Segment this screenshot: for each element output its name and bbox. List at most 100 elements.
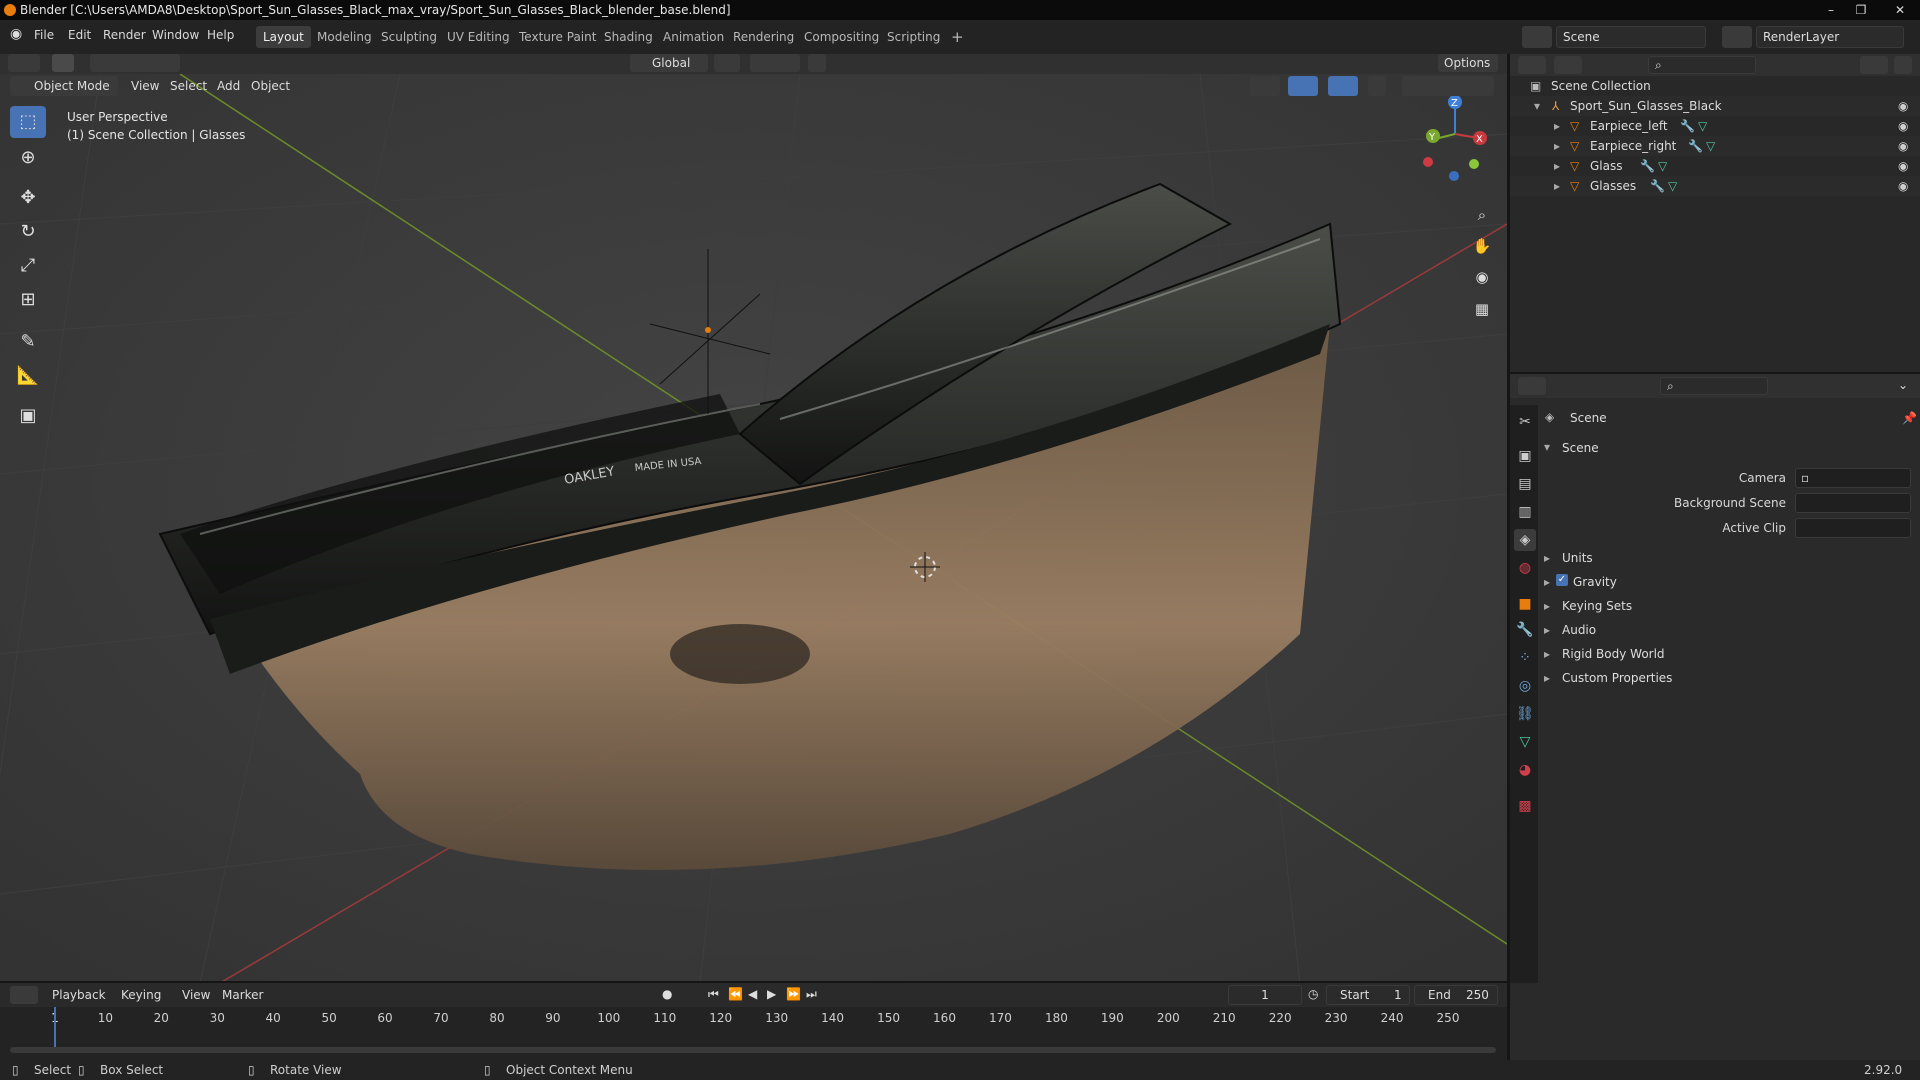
zoom-icon[interactable]: ⌕ [1467,200,1497,230]
texture-tab-icon[interactable]: ▩ [1514,795,1536,817]
play-reverse-icon[interactable]: ◀ [748,987,757,1001]
expand-arrow-icon[interactable]: ▸ [1554,176,1560,196]
select-mode-icon[interactable] [52,54,74,72]
new-collection-icon[interactable] [1894,56,1912,74]
timeline-scrollbar[interactable] [10,1047,1496,1053]
outliner-row-object[interactable]: ▸ ▽ Glasses 🔧 ▽ ◉ [1510,176,1920,196]
visibility-eye-icon[interactable]: ◉ [1898,96,1908,116]
workspace-tab-modeling[interactable]: Modeling [310,26,379,48]
expand-arrow-icon[interactable]: ▸ [1544,623,1550,637]
visibility-icon[interactable] [1250,76,1280,96]
render-layer-field[interactable]: RenderLayer [1756,26,1904,48]
particles-tab-icon[interactable]: ⁘ [1514,647,1536,669]
scene-tab-icon[interactable]: ◈ [1514,529,1536,551]
outliner-row-object[interactable]: ▸ ▽ Glass 🔧 ▽ ◉ [1510,156,1920,176]
maximize-button[interactable]: ❐ [1846,0,1876,20]
workspace-tab-scripting[interactable]: Scripting [880,26,947,48]
pin-icon[interactable]: 📌 [1902,411,1917,425]
current-frame-field[interactable]: 1 [1228,985,1302,1005]
scene-browser-icon[interactable] [1522,26,1552,48]
jump-start-icon[interactable]: ⏮ [708,987,719,1002]
tool-tab-icon[interactable]: ✂ [1514,411,1536,433]
section-audio[interactable]: Audio [1562,623,1596,637]
expand-arrow-icon[interactable]: ▸ [1554,156,1560,176]
physics-tab-icon[interactable]: ◎ [1514,675,1536,697]
visibility-eye-icon[interactable]: ◉ [1898,116,1908,136]
menu-window[interactable]: Window [152,28,199,42]
measure-tool-icon[interactable]: 📐 [10,360,46,392]
viewport-menu-view[interactable]: View [131,79,159,93]
section-rigid-body-world[interactable]: Rigid Body World [1562,647,1665,661]
timeline-menu-marker[interactable]: Marker [222,988,263,1002]
outliner-row-object[interactable]: ▸ ▽ Earpiece_left 🔧 ▽ ◉ [1510,116,1920,136]
viewport-menu-select[interactable]: Select [170,79,207,93]
workspace-tab-texture-paint[interactable]: Texture Paint [512,26,603,48]
rotate-tool-icon[interactable]: ↻ [10,216,46,248]
blender-menu-icon[interactable]: ◉ [10,26,22,42]
world-tab-icon[interactable]: ◍ [1514,557,1536,579]
preview-range-icon[interactable]: ◷ [1308,987,1318,1001]
gizmo-toggle-icon[interactable] [1288,76,1318,96]
properties-editor-type-icon[interactable] [1518,377,1546,395]
filter-icon[interactable] [1860,56,1888,74]
menu-file[interactable]: File [34,28,54,42]
selection-modes[interactable] [90,54,180,72]
scene-panel-title[interactable]: Scene [1562,441,1599,455]
expand-arrow-icon[interactable]: ▾ [1534,96,1540,116]
expand-arrow-icon[interactable]: ▸ [1554,116,1560,136]
active-clip-field[interactable] [1795,518,1911,538]
expand-arrow-icon[interactable]: ▸ [1544,575,1550,589]
move-tool-icon[interactable]: ✥ [10,182,46,214]
properties-search-input[interactable]: ⌕ [1660,377,1768,395]
jump-keyframe-forward-icon[interactable]: ⏩ [786,987,801,1001]
visibility-eye-icon[interactable]: ◉ [1898,136,1908,156]
outliner-row-collection[interactable]: ▾ ⅄ Sport_Sun_Glasses_Black ◉ [1510,96,1920,116]
section-units[interactable]: Units [1562,551,1593,565]
xray-toggle-icon[interactable] [1368,76,1386,96]
gravity-checkbox[interactable]: ✓ [1556,574,1568,586]
outliner-row-scene-collection[interactable]: ▣ Scene Collection [1510,76,1920,96]
output-tab-icon[interactable]: ▤ [1514,473,1536,495]
3d-viewport[interactable]: OAKLEY MADE IN USA Z X Y User Perspectiv… [0,74,1507,983]
workspace-tab-compositing[interactable]: Compositing [797,26,886,48]
outliner-search-input[interactable]: ⌕ [1648,56,1756,74]
camera-view-icon[interactable]: ◉ [1467,262,1497,292]
close-button[interactable]: ✕ [1880,0,1920,20]
scene-name-field[interactable]: Scene [1556,26,1706,48]
section-custom-properties[interactable]: Custom Properties [1562,671,1672,685]
frame-ruler[interactable]: 1102030405060708090100110120130140150160… [0,1011,1507,1031]
expand-arrow-icon[interactable]: ▸ [1544,647,1550,661]
material-tab-icon[interactable]: ◕ [1514,759,1536,781]
workspace-tab-sculpting[interactable]: Sculpting [374,26,444,48]
workspace-tab-uv-editing[interactable]: UV Editing [440,26,517,48]
render-tab-icon[interactable]: ▣ [1514,445,1536,467]
view-layer-browser-icon[interactable] [1722,26,1752,48]
workspace-tab-rendering[interactable]: Rendering [726,26,801,48]
pivot-icon[interactable] [714,54,740,72]
properties-options-icon[interactable]: ⌄ [1898,378,1908,392]
overlay-toggle-icon[interactable] [1328,76,1358,96]
section-keying-sets[interactable]: Keying Sets [1562,599,1632,613]
background-scene-field[interactable] [1795,493,1911,513]
menu-help[interactable]: Help [207,28,234,42]
jump-end-icon[interactable]: ⏭ [806,987,817,1002]
expand-arrow-icon[interactable]: ▸ [1544,671,1550,685]
object-tab-icon[interactable]: ■ [1514,593,1536,615]
modifier-tab-icon[interactable]: 🔧 [1514,619,1536,641]
display-mode-icon[interactable] [1554,56,1582,74]
add-workspace-icon[interactable]: + [944,26,971,48]
timeline-menu-playback[interactable]: Playback [52,988,106,1002]
viewport-menu-object[interactable]: Object [251,79,290,93]
section-gravity[interactable]: Gravity [1573,575,1617,589]
minimize-button[interactable]: – [1816,0,1846,20]
add-cube-tool-icon[interactable]: ▣ [10,400,46,432]
play-icon[interactable]: ▶ [767,987,776,1001]
shading-modes[interactable] [1402,76,1494,96]
workspace-tab-layout[interactable]: Layout [256,26,311,48]
outliner-editor-type-icon[interactable] [1518,56,1546,74]
workspace-tab-shading[interactable]: Shading [597,26,660,48]
snap-icon[interactable] [750,54,800,72]
visibility-eye-icon[interactable]: ◉ [1898,156,1908,176]
auto-keying-icon[interactable]: ● [662,987,672,1001]
outliner-row-object[interactable]: ▸ ▽ Earpiece_right 🔧 ▽ ◉ [1510,136,1920,156]
